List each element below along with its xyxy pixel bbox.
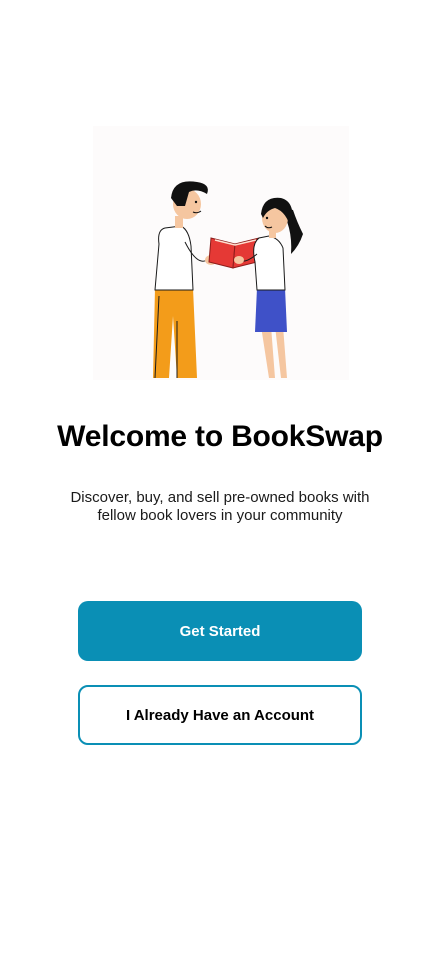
existing-account-label: I Already Have an Account (125, 706, 315, 724)
woman-figure (234, 197, 303, 378)
book-exchange-illustration (93, 126, 349, 380)
welcome-title: Welcome to BookSwap (57, 420, 383, 453)
man-figure (153, 181, 217, 379)
get-started-label: Get Started (179, 622, 261, 640)
existing-account-button[interactable]: I Already Have an Account (78, 685, 362, 745)
welcome-subtitle: Discover, buy, and sell pre-owned books … (70, 489, 370, 524)
onboarding-screen: Welcome to BookSwap Discover, buy, and s… (0, 0, 440, 956)
book-graphic (208, 237, 260, 269)
get-started-button[interactable]: Get Started (78, 601, 362, 661)
